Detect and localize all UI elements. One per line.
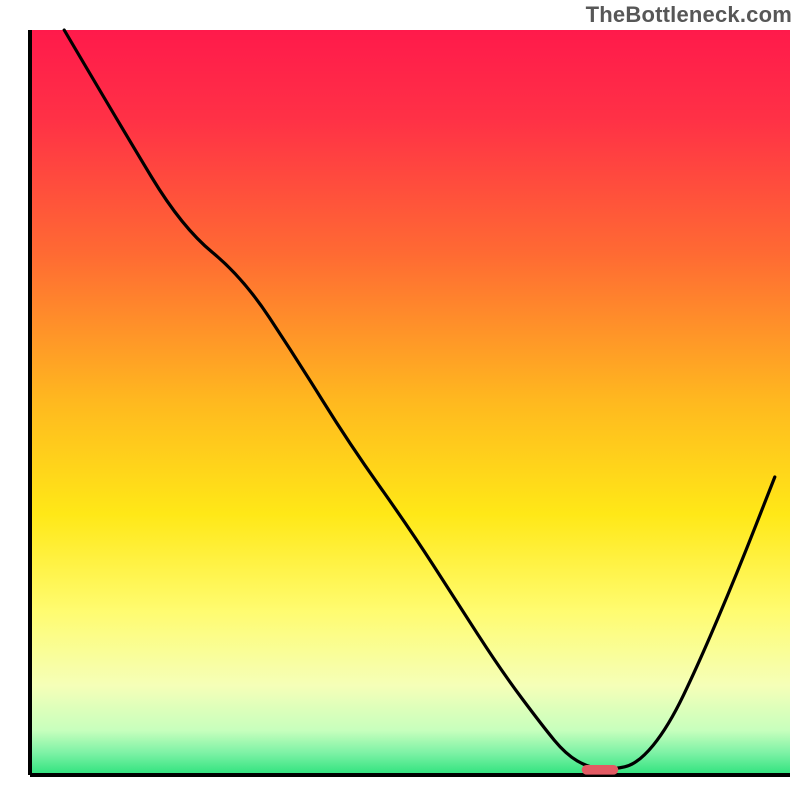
optimal-marker bbox=[582, 765, 618, 775]
bottleneck-chart: TheBottleneck.com bbox=[0, 0, 800, 800]
chart-svg-canvas bbox=[0, 0, 800, 800]
gradient-background bbox=[30, 30, 790, 775]
watermark-text: TheBottleneck.com bbox=[586, 2, 792, 28]
